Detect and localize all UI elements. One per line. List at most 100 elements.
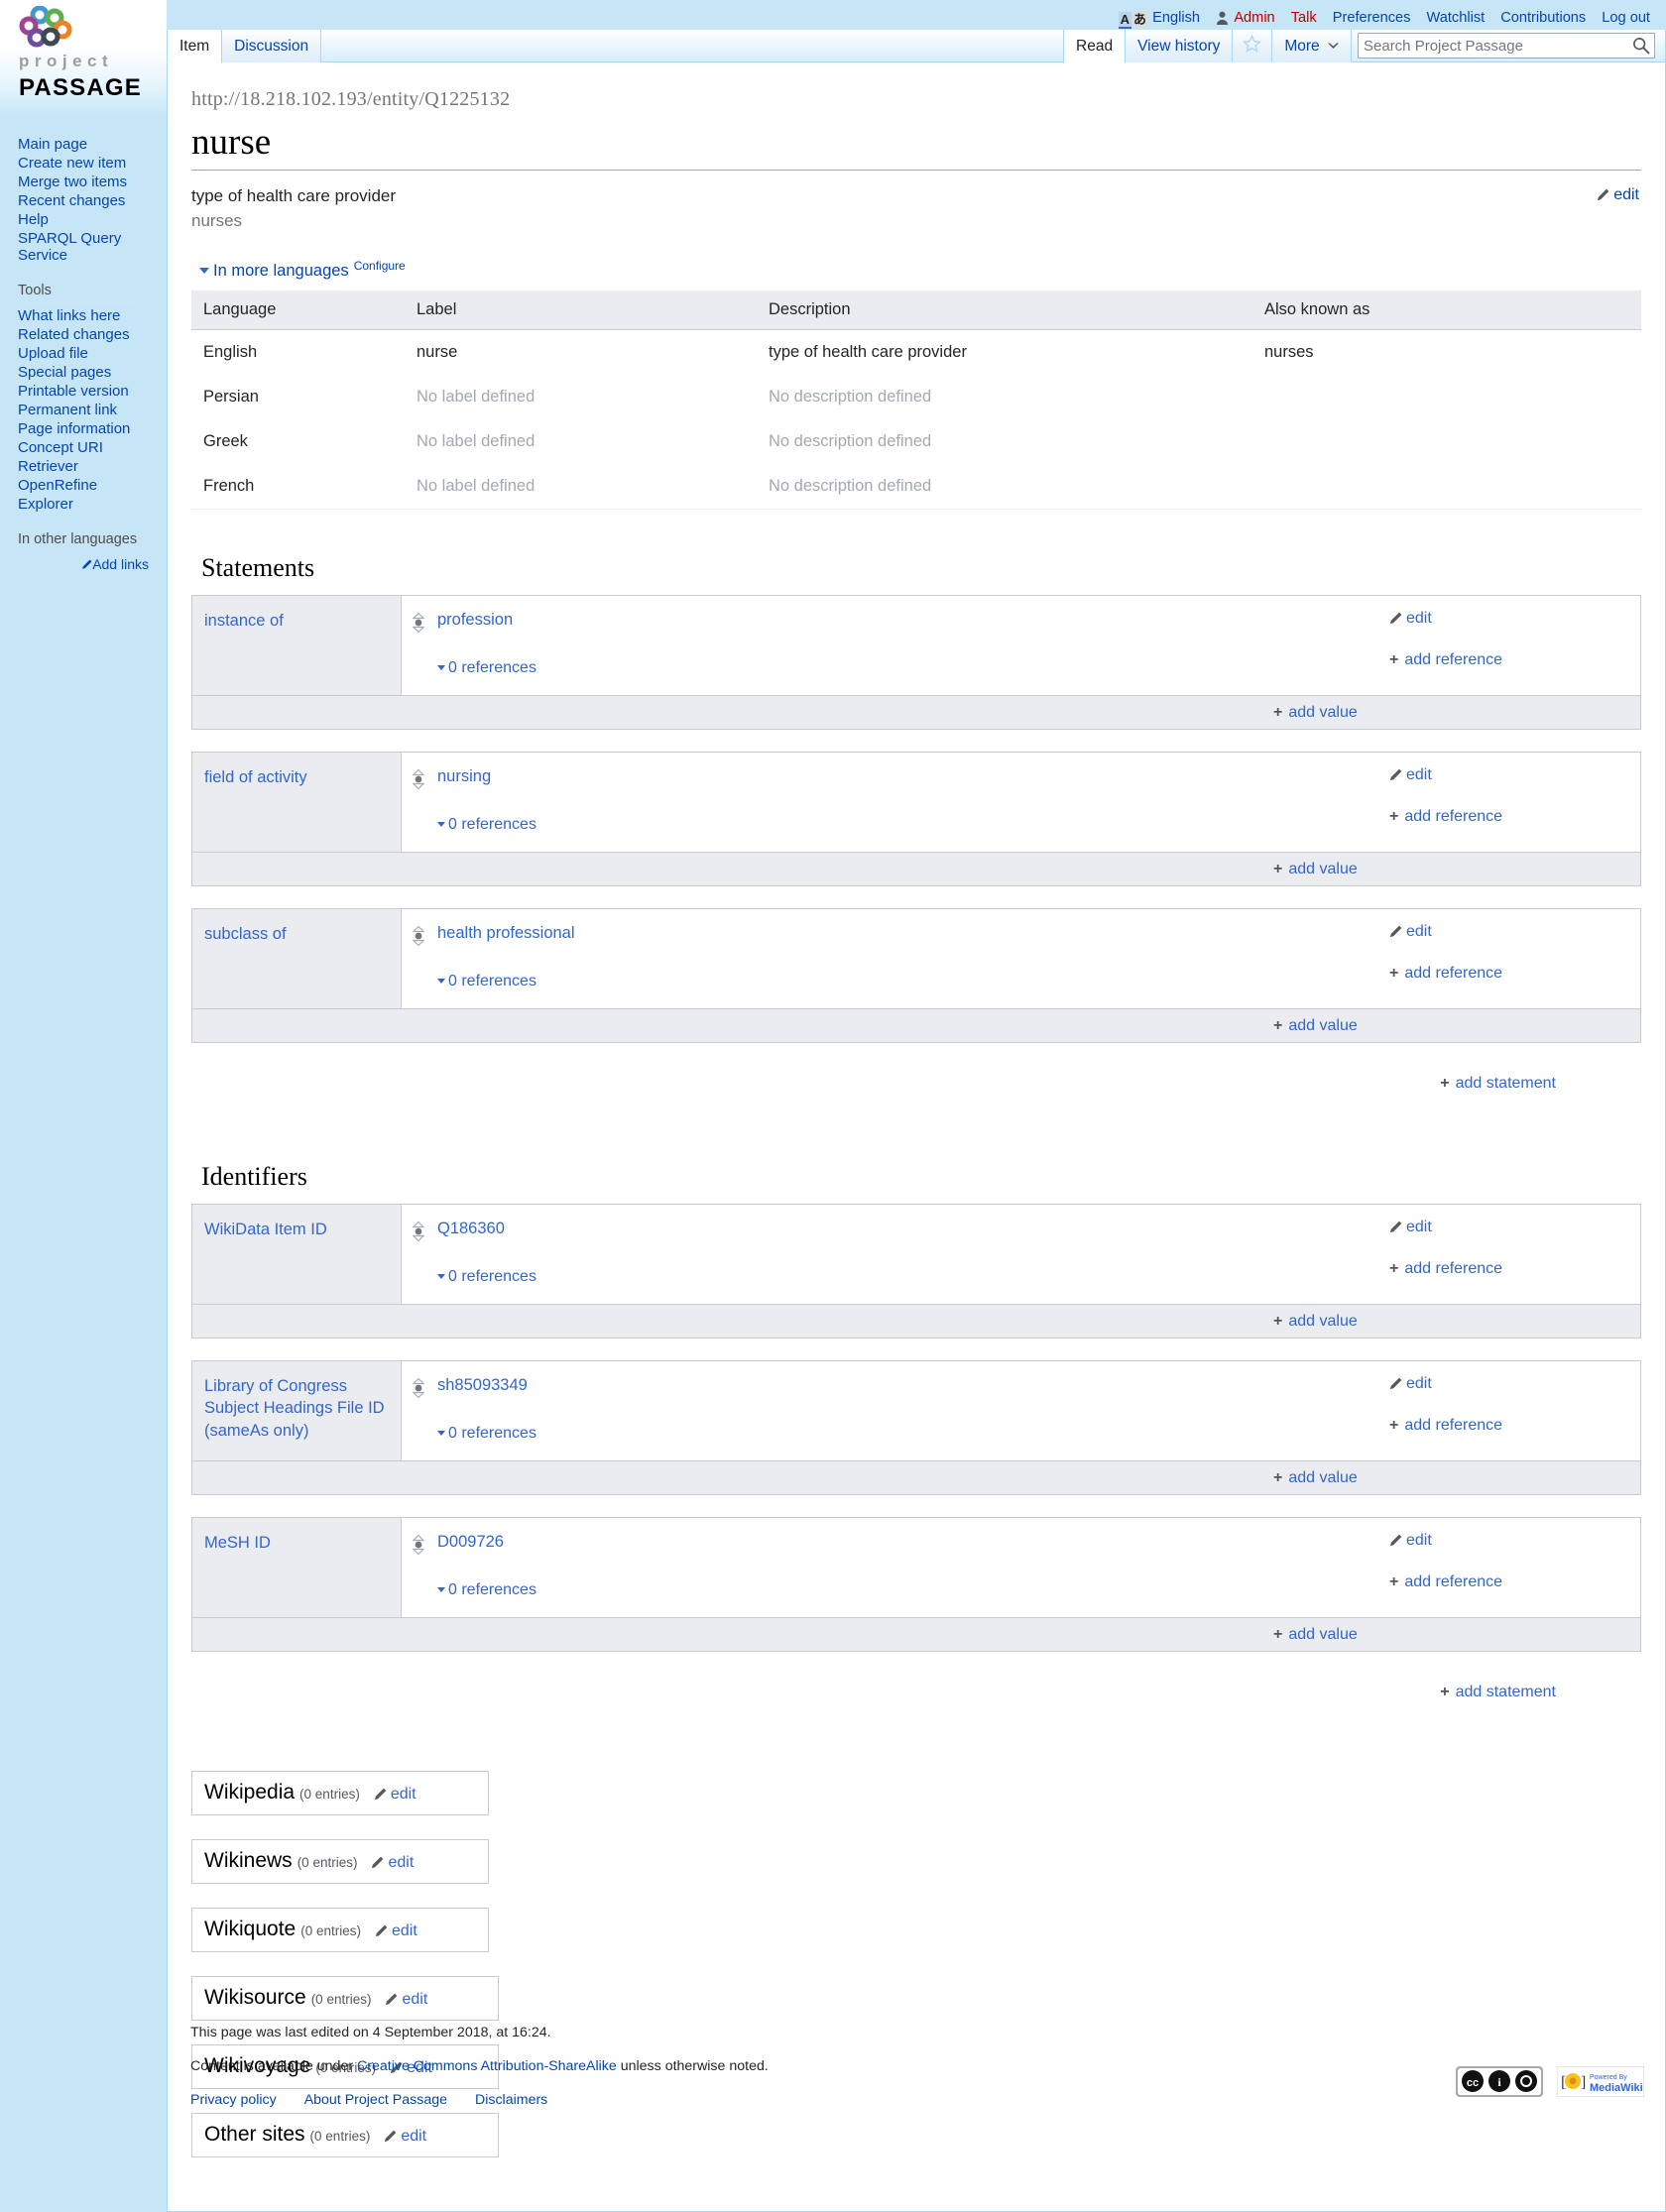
sidebar-link-label[interactable]: Special pages xyxy=(18,364,111,381)
normal-rank-icon[interactable] xyxy=(412,1221,425,1246)
sitelink-edit-button[interactable]: edit xyxy=(374,1786,416,1803)
identifier-references-label[interactable]: 0 references xyxy=(448,1268,536,1285)
search-form[interactable] xyxy=(1358,33,1655,58)
identifier-add-reference-button[interactable]: + add reference xyxy=(1389,1260,1502,1278)
sidebar-item-printable-version[interactable]: Printable version xyxy=(18,382,167,401)
identifier-add-value-bar[interactable]: + add value xyxy=(192,1459,1640,1494)
sidebar-link-label[interactable]: Related changes xyxy=(18,326,130,343)
personal-item-talk[interactable]: Talk xyxy=(1291,10,1317,26)
sidebar-item-openrefine[interactable]: OpenRefine xyxy=(18,476,167,495)
identifier-references-toggle[interactable]: 0 references xyxy=(437,1425,1363,1443)
identifier-edit-button[interactable]: edit xyxy=(1389,1375,1432,1395)
statement-value-link[interactable]: profession xyxy=(437,611,513,629)
identifier-value-link[interactable]: D009726 xyxy=(437,1533,504,1551)
tab-more-menu[interactable]: More xyxy=(1271,30,1352,62)
personal-contributions-link[interactable]: Contributions xyxy=(1500,10,1586,26)
personal-language-link[interactable]: English xyxy=(1152,10,1200,26)
sidebar-item-create-new-item[interactable]: Create new item xyxy=(18,154,167,173)
sidebar-item-page-information[interactable]: Page information xyxy=(18,419,167,438)
normal-rank-icon[interactable] xyxy=(412,768,425,794)
configure-languages-link[interactable]: Configure xyxy=(354,259,406,273)
site-logo[interactable]: project PASSAGE xyxy=(0,0,167,117)
personal-username[interactable]: Admin xyxy=(1216,10,1279,26)
normal-rank-icon[interactable] xyxy=(412,1377,425,1403)
identifier-property-link[interactable]: MeSH ID xyxy=(204,1534,271,1552)
footer-link-disclaimers[interactable]: Disclaimers xyxy=(475,2092,547,2108)
language-selector[interactable]: Aあ English xyxy=(1118,10,1204,29)
sidebar-link-label[interactable]: Page information xyxy=(18,420,130,437)
personal-watchlist-link[interactable]: Watchlist xyxy=(1427,10,1486,26)
tab-discussion[interactable]: Discussion xyxy=(221,30,322,62)
add-statement-row-statements[interactable]: + add statement xyxy=(191,1065,1641,1118)
statement-property-link[interactable]: field of activity xyxy=(204,768,307,786)
sidebar-link-label[interactable]: Printable version xyxy=(18,383,129,400)
statement-add-reference-button[interactable]: + add reference xyxy=(1389,651,1502,669)
sidebar-link-label[interactable]: Merge two items xyxy=(18,174,127,190)
sidebar-item-concept-uri[interactable]: Concept URI xyxy=(18,438,167,457)
identifier-property-link[interactable]: Library of Congress Subject Headings Fil… xyxy=(204,1377,385,1441)
statement-add-value-bar[interactable]: + add value xyxy=(192,851,1640,885)
personal-item-preferences[interactable]: Preferences xyxy=(1333,10,1411,26)
identifier-references-toggle[interactable]: 0 references xyxy=(437,1268,1363,1286)
identifier-add-value-bar[interactable]: + add value xyxy=(192,1303,1640,1338)
footer-license-link[interactable]: Creative Commons Attribution-ShareAlike xyxy=(357,2058,617,2074)
sidebar-link-label[interactable]: Create new item xyxy=(18,155,126,172)
statement-property-link[interactable]: subclass of xyxy=(204,925,287,943)
personal-logout-link[interactable]: Log out xyxy=(1602,10,1650,26)
sidebar-link-label[interactable]: Explorer xyxy=(18,496,73,513)
normal-rank-icon[interactable] xyxy=(412,1534,425,1560)
statement-value-link[interactable]: health professional xyxy=(437,924,575,942)
identifier-references-label[interactable]: 0 references xyxy=(448,1581,536,1598)
add-statement-row-identifiers[interactable]: + add statement xyxy=(191,1674,1641,1727)
identifier-edit-button[interactable]: edit xyxy=(1389,1532,1432,1552)
personal-item-watchlist[interactable]: Watchlist xyxy=(1427,10,1486,26)
statement-references-label[interactable]: 0 references xyxy=(448,816,536,833)
sidebar-item-related-changes[interactable]: Related changes xyxy=(18,325,167,344)
statement-add-reference-button[interactable]: + add reference xyxy=(1389,965,1502,983)
sidebar-link-label[interactable]: Retriever xyxy=(18,458,78,475)
fingerprint-edit-button[interactable]: edit xyxy=(1597,186,1639,206)
sidebar-link-label[interactable]: Recent changes xyxy=(18,192,125,209)
creative-commons-badge-icon[interactable]: cc i xyxy=(1456,2066,1544,2101)
normal-rank-icon[interactable] xyxy=(412,612,425,638)
identifier-value-link[interactable]: sh85093349 xyxy=(437,1376,528,1394)
powered-by-mediawiki-badge-icon[interactable]: [ ] Powered By MediaWiki xyxy=(1556,2065,1645,2101)
statement-edit-button[interactable]: edit xyxy=(1389,610,1432,630)
footer-link-about[interactable]: About Project Passage xyxy=(304,2092,447,2108)
tab-item[interactable]: Item xyxy=(167,30,223,63)
sidebar-item-help[interactable]: Help xyxy=(18,210,167,229)
personal-item-logout[interactable]: Log out xyxy=(1602,10,1650,26)
sidebar-item-special-pages[interactable]: Special pages xyxy=(18,363,167,382)
tab-read-label[interactable]: Read xyxy=(1076,38,1113,55)
sitelink-edit-button[interactable]: edit xyxy=(371,1854,414,1871)
sidebar-item-explorer[interactable]: Explorer xyxy=(18,495,167,514)
identifier-edit-button[interactable]: edit xyxy=(1389,1219,1432,1238)
personal-preferences-link[interactable]: Preferences xyxy=(1333,10,1411,26)
identifier-references-label[interactable]: 0 references xyxy=(448,1425,536,1442)
statement-add-reference-button[interactable]: + add reference xyxy=(1389,808,1502,826)
sidebar-link-label[interactable]: Permanent link xyxy=(18,402,117,418)
sidebar-item-permanent-link[interactable]: Permanent link xyxy=(18,401,167,419)
sidebar-link-label[interactable]: Help xyxy=(18,211,49,228)
statement-add-value-bar[interactable]: + add value xyxy=(192,1007,1640,1042)
in-more-languages-label[interactable]: In more languages xyxy=(213,262,349,280)
statement-property-link[interactable]: instance of xyxy=(204,612,284,630)
sidebar-link-label[interactable]: SPARQL Query Service xyxy=(18,230,121,264)
statement-references-label[interactable]: 0 references xyxy=(448,973,536,990)
identifier-value-link[interactable]: Q186360 xyxy=(437,1220,505,1237)
watch-star-button[interactable] xyxy=(1232,30,1273,62)
sitelink-edit-button[interactable]: edit xyxy=(375,1922,417,1939)
tab-discussion-label[interactable]: Discussion xyxy=(234,38,308,55)
statement-references-toggle[interactable]: 0 references xyxy=(437,973,1363,990)
identifier-references-toggle[interactable]: 0 references xyxy=(437,1581,1363,1599)
statement-value-link[interactable]: nursing xyxy=(437,767,491,785)
sidebar-item-upload-file[interactable]: Upload file xyxy=(18,344,167,363)
statement-edit-button[interactable]: edit xyxy=(1389,766,1432,786)
personal-talk-link[interactable]: Talk xyxy=(1291,10,1317,26)
tab-more-label[interactable]: More xyxy=(1284,38,1319,55)
identifier-add-value-bar[interactable]: + add value xyxy=(192,1616,1640,1651)
tab-view-history[interactable]: View history xyxy=(1125,30,1234,62)
in-more-languages-toggle[interactable]: In more languages Configure xyxy=(199,259,1641,281)
statement-edit-button[interactable]: edit xyxy=(1389,923,1432,943)
sidebar-item-what-links-here[interactable]: What links here xyxy=(18,306,167,325)
